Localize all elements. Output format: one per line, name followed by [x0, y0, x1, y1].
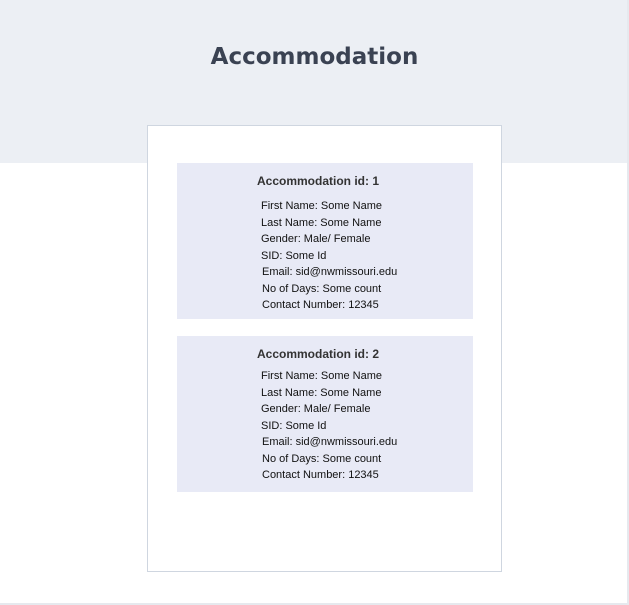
- last-name-field: Last Name: Some Name: [261, 386, 382, 399]
- contact-number-field: Contact Number: 12345: [262, 299, 379, 311]
- accommodation-entry: Accommodation id: 2 First Name: Some Nam…: [177, 336, 473, 492]
- no-of-days-field: No of Days: Some count: [262, 452, 382, 465]
- first-name-field: First Name: Some Name: [261, 200, 383, 212]
- last-name-field: Last Name: Some Name: [261, 216, 382, 229]
- accommodation-details: First Name: Some Name Last Name: Some Na…: [261, 368, 397, 484]
- first-name-field: First Name: Some Name: [261, 370, 383, 382]
- gender-field: Gender: Male/ Female: [261, 403, 371, 415]
- accommodation-details: First Name: Some Name Last Name: Some Na…: [261, 198, 397, 314]
- contact-number-field: Contact Number: 12345: [262, 469, 379, 481]
- sid-field: SID: Some Id: [261, 249, 327, 262]
- email-field: Email: sid@nwmissouri.edu: [262, 436, 398, 448]
- accommodation-card: Accommodation id: 1 First Name: Some Nam…: [147, 125, 502, 572]
- accommodation-id-heading: Accommodation id: 2: [257, 347, 380, 361]
- accommodation-entry: Accommodation id: 1 First Name: Some Nam…: [177, 163, 473, 319]
- page-title: Accommodation: [210, 44, 419, 70]
- sid-field: SID: Some Id: [261, 419, 327, 432]
- gender-field: Gender: Male/ Female: [261, 233, 371, 245]
- no-of-days-field: No of Days: Some count: [262, 282, 382, 295]
- email-field: Email: sid@nwmissouri.edu: [262, 266, 398, 278]
- accommodation-id-heading: Accommodation id: 1: [257, 174, 380, 188]
